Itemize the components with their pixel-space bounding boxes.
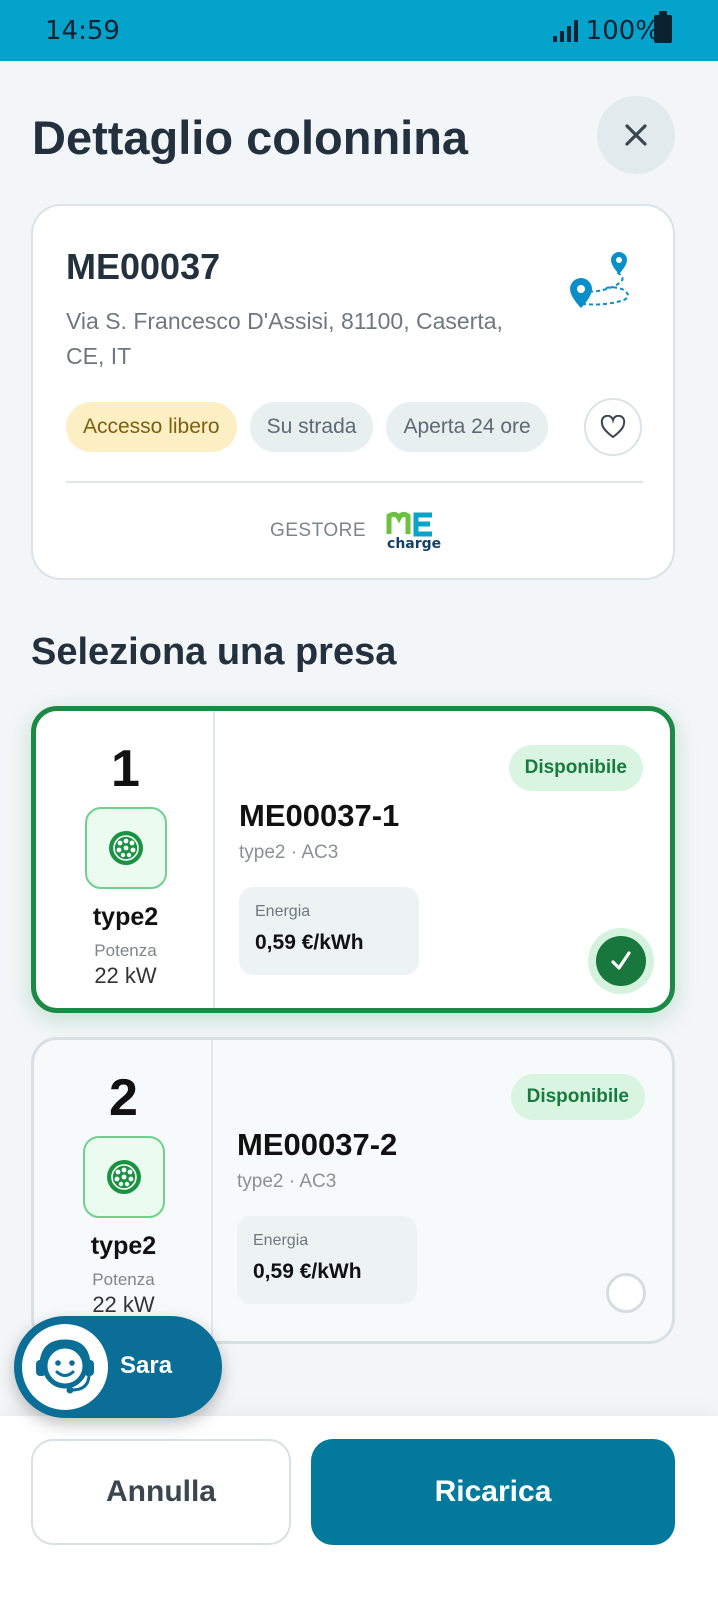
energy-price: 0,59 €/kWh — [253, 1260, 362, 1283]
assistant-name: Sara — [120, 1352, 173, 1379]
divider — [66, 481, 643, 483]
socket-description: type2 · AC3 — [239, 842, 339, 863]
chip-access: Accesso libero — [66, 402, 237, 452]
selected-check[interactable] — [588, 928, 654, 994]
plug-type: type2 — [90, 1232, 157, 1260]
socket-description: type2 · AC3 — [237, 1171, 337, 1192]
page-title: Dettaglio colonnina — [32, 111, 469, 164]
socket-id: ME00037-1 — [239, 798, 400, 833]
socket-summary: 2 type2 Potenza 22 kW — [34, 1040, 213, 1341]
power-value: 22 kW — [92, 1292, 155, 1317]
socket-card-2[interactable]: 2 type2 Potenza 22 kW Disponibile ME0003… — [31, 1037, 675, 1344]
heart-icon — [600, 415, 626, 439]
operator-logo: charge — [386, 510, 441, 552]
status-badge: Disponibile — [508, 745, 643, 791]
close-button[interactable] — [597, 96, 675, 174]
battery-percent: 100% — [585, 16, 660, 46]
power-value: 22 kW — [94, 963, 157, 988]
directions-button[interactable] — [566, 248, 636, 323]
station-address: Via S. Francesco D'Assisi, 81100, Casert… — [66, 308, 503, 369]
assistant-button[interactable]: Sara — [14, 1316, 222, 1418]
socket-id: ME00037-2 — [237, 1127, 398, 1162]
status-indicators: 100% — [552, 16, 660, 46]
plug-type2-icon — [83, 1136, 165, 1218]
status-time: 14:59 — [45, 16, 120, 46]
energy-label: Energia — [255, 903, 311, 920]
route-icon — [570, 252, 629, 308]
station-code: ME00037 — [66, 246, 221, 287]
socket-card-1[interactable]: 1 type2 Potenza 22 kW Disponibile ME0003… — [31, 706, 675, 1013]
chip-hours: Aperta 24 ore — [386, 402, 548, 452]
energy-label: Energia — [253, 1232, 309, 1249]
cancel-button[interactable]: Annulla — [31, 1439, 291, 1545]
energy-price: 0,59 €/kWh — [255, 931, 364, 954]
chip-location: Su strada — [249, 402, 374, 452]
section-title: Seleziona una presa — [31, 631, 397, 673]
socket-number: 1 — [111, 740, 140, 798]
plug-type: type2 — [92, 903, 159, 931]
signal-icon — [552, 20, 578, 42]
close-icon — [625, 124, 647, 146]
select-radio[interactable] — [606, 1273, 646, 1313]
power-label: Potenza — [94, 941, 157, 960]
assistant-avatar-icon — [22, 1324, 108, 1410]
operator-logo-text: charge — [387, 536, 442, 552]
favorite-button[interactable] — [584, 398, 642, 456]
energy-price-box: Energia 0,59 €/kWh — [239, 887, 419, 975]
socket-summary: 1 type2 Potenza 22 kW — [36, 711, 215, 1008]
status-bar: 14:59 100% — [0, 0, 718, 61]
operator-label: GESTORE — [269, 520, 367, 541]
battery-icon — [654, 11, 672, 43]
checkmark-icon — [611, 951, 631, 970]
energy-price-box: Energia 0,59 €/kWh — [237, 1216, 417, 1304]
station-card: ME00037 Via S. Francesco D'Assisi, 81100… — [31, 204, 675, 580]
charge-button[interactable]: Ricarica — [311, 1439, 675, 1545]
station-chips: Accesso libero Su strada Aperta 24 ore — [66, 402, 548, 452]
power-label: Potenza — [92, 1270, 155, 1289]
socket-number: 2 — [109, 1069, 138, 1127]
status-badge: Disponibile — [510, 1074, 645, 1120]
plug-type2-icon — [85, 807, 167, 889]
operator-row: GESTORE charge — [33, 510, 673, 552]
